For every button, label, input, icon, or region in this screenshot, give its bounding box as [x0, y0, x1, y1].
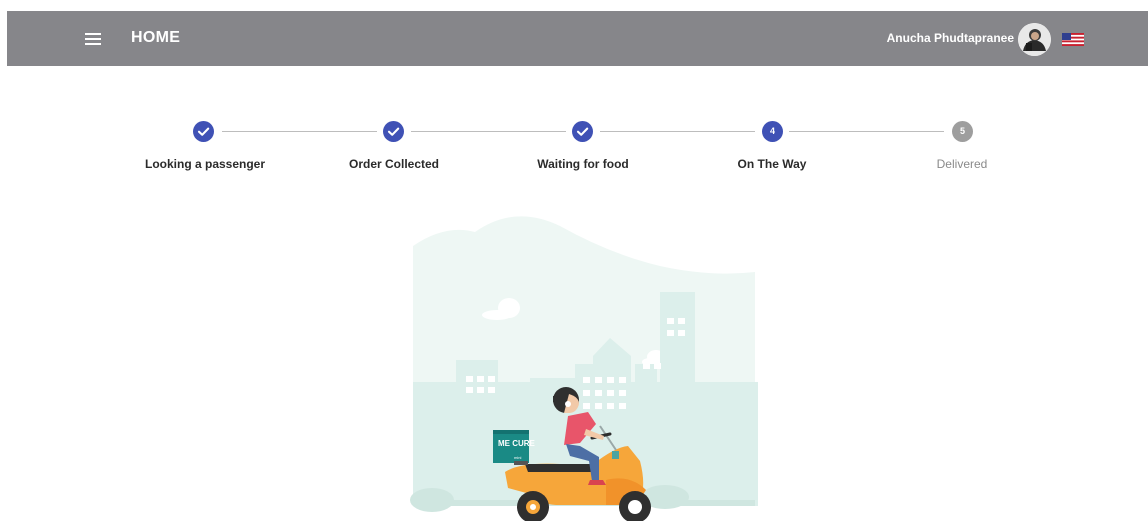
- user-avatar[interactable]: [1018, 23, 1051, 56]
- delivery-scooter-illustration: ME CURE mini: [410, 214, 760, 521]
- step-3-label: Waiting for food: [537, 157, 629, 171]
- step-connector: [222, 131, 377, 132]
- step-4-number-icon: 4: [762, 121, 783, 142]
- top-app-bar: HOME Anucha Phudtapranee: [7, 11, 1148, 66]
- delivery-box-label: ME CURE: [498, 439, 536, 448]
- app-root: HOME Anucha Phudtapranee 4 5 Looking a p…: [0, 0, 1148, 521]
- order-progress-stepper: 4 5 Looking a passenger Order Collected …: [0, 118, 1148, 178]
- hamburger-menu-icon[interactable]: [85, 28, 103, 48]
- step-connector: [789, 131, 944, 132]
- step-connector: [411, 131, 566, 132]
- delivery-box-sublabel: mini: [514, 455, 521, 460]
- step-3-check-icon: [572, 121, 593, 142]
- step-4-label: On The Way: [737, 157, 807, 171]
- step-1-label: Looking a passenger: [144, 157, 266, 171]
- step-5-number-icon: 5: [952, 121, 973, 142]
- user-name[interactable]: Anucha Phudtapranee: [887, 31, 1014, 45]
- page-title: HOME: [131, 29, 181, 46]
- step-2-label: Order Collected: [348, 157, 440, 171]
- us-flag-icon[interactable]: [1062, 33, 1084, 46]
- step-1-check-icon: [193, 121, 214, 142]
- step-connector: [600, 131, 755, 132]
- step-5-label: Delivered: [936, 157, 988, 171]
- step-2-check-icon: [383, 121, 404, 142]
